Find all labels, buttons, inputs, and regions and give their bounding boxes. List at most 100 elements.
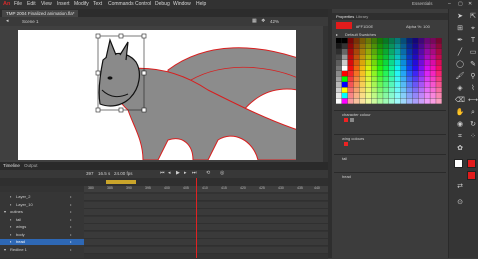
next-frame-icon[interactable]: ▸ (184, 170, 187, 176)
visibility-icon[interactable]: • (70, 217, 71, 223)
section-tail[interactable]: tail (342, 156, 347, 161)
layer-row[interactable]: ▪ Layer_2 • (0, 194, 84, 200)
layer-row[interactable]: ▪ Layer_10 • (0, 202, 84, 208)
frame-row[interactable] (84, 231, 328, 239)
menu-help[interactable]: Help (196, 1, 206, 7)
layer-row[interactable]: ▪ wings • (0, 224, 84, 230)
section-character-colour[interactable]: character colour (342, 112, 371, 117)
menu-insert[interactable]: Insert (57, 1, 70, 7)
prev-frame-icon[interactable]: ◂ (168, 170, 171, 176)
rectangle-tool-icon[interactable]: ▭ (467, 49, 478, 57)
selection-tool-icon[interactable]: ➤ (454, 13, 466, 21)
back-arrow-icon[interactable]: ◂ (6, 18, 9, 24)
current-color-swatch[interactable] (336, 22, 352, 29)
hand-tool-icon[interactable]: ✋ (454, 109, 466, 117)
spray-tool-icon[interactable]: ⁘ (467, 133, 478, 141)
menu-commands[interactable]: Commands (108, 1, 134, 7)
onion-skin-icon[interactable]: ◎ (220, 170, 224, 176)
zoom-tool-icon[interactable]: ⌕ (467, 109, 478, 117)
menu-view[interactable]: View (41, 1, 52, 7)
visibility-icon[interactable]: • (70, 202, 71, 208)
scene-label[interactable]: Scene 1 (22, 19, 39, 24)
frame-row[interactable] (84, 216, 328, 224)
bone-tool-icon[interactable]: ⚲ (467, 73, 478, 81)
brush-tool-icon[interactable]: 🖌 (454, 73, 466, 81)
tab-properties[interactable]: Properties (336, 14, 354, 19)
menu-modify[interactable]: Modify (74, 1, 89, 7)
first-frame-icon[interactable]: ⏮ (160, 170, 165, 176)
visibility-icon[interactable]: • (70, 224, 71, 230)
snap-icon[interactable]: ⊙ (454, 199, 466, 207)
layer-name[interactable]: Redline 1 (10, 247, 27, 253)
section-wing-colours[interactable]: wing colours (342, 136, 364, 141)
last-frame-icon[interactable]: ⏭ (192, 170, 197, 176)
frame-rate[interactable]: 24.00 fps (114, 171, 133, 176)
pen-tool-icon[interactable]: ✒ (454, 37, 466, 45)
menu-text[interactable]: Text (93, 1, 102, 7)
minimize-icon[interactable]: – (448, 1, 451, 7)
oval-tool-icon[interactable]: ◯ (454, 61, 466, 69)
asset-warp-icon[interactable]: ⌗ (454, 133, 466, 141)
tab-library[interactable]: Library (356, 14, 368, 19)
workspace-switcher[interactable]: Essentials (412, 1, 433, 6)
width-tool-icon[interactable]: ⟷ (467, 97, 478, 105)
layer-row[interactable]: ▪ head • (0, 239, 84, 245)
layer-name[interactable]: outines (10, 209, 23, 215)
layer-name[interactable]: head (16, 239, 25, 245)
loop-icon[interactable]: ⟲ (206, 170, 210, 176)
playhead[interactable] (196, 178, 197, 258)
eraser-tool-icon[interactable]: ⌫ (454, 97, 466, 105)
alpha-value[interactable]: Alpha %: 100 (406, 24, 430, 29)
current-frame[interactable]: 397 (86, 171, 94, 176)
layer-name[interactable]: wings (16, 224, 26, 230)
frame-row[interactable] (84, 194, 328, 201)
close-icon[interactable]: ✕ (468, 1, 472, 7)
layer-name[interactable]: body (16, 232, 25, 238)
layer-row[interactable]: ▪ tail • (0, 217, 84, 223)
visibility-icon[interactable]: • (70, 239, 71, 245)
layer-name[interactable]: Layer_2 (16, 194, 30, 200)
rotate-tool-icon[interactable]: ↻ (467, 121, 478, 129)
frame-row[interactable] (84, 224, 328, 231)
paint-bucket-icon[interactable]: ◈ (454, 85, 466, 93)
layer-row[interactable]: ▾ Redline 1 • (0, 247, 84, 253)
swap-colors-icon[interactable]: ⇄ (454, 183, 466, 191)
visibility-icon[interactable]: • (70, 247, 71, 253)
layer-row[interactable]: ▾ outines • (0, 209, 84, 215)
layer-name[interactable]: Layer_10 (16, 202, 33, 208)
menu-control[interactable]: Control (135, 1, 151, 7)
layer-name[interactable]: tail (16, 217, 21, 223)
color-palette[interactable] (336, 38, 442, 104)
menu-debug[interactable]: Debug (155, 1, 170, 7)
layer-row[interactable]: ▪ body • (0, 232, 84, 238)
swatch-group-title[interactable]: Default Swatches (345, 32, 376, 37)
fill-color-swatch[interactable] (467, 159, 476, 168)
document-tab[interactable]: TMP 2004 Finalized animation.fla* (2, 10, 79, 17)
visibility-icon[interactable]: • (70, 194, 71, 200)
eyedropper-icon[interactable]: ⌇ (467, 85, 478, 93)
visibility-icon[interactable]: • (70, 232, 71, 238)
frame-row[interactable] (84, 239, 328, 246)
edit-scene-icon[interactable]: ▦ (252, 18, 257, 24)
camera-tool-icon[interactable]: ◉ (454, 121, 466, 129)
maximize-icon[interactable]: ▢ (458, 1, 463, 7)
text-tool-icon[interactable]: T (467, 37, 478, 45)
section-swatch[interactable] (350, 118, 354, 122)
transform-tool-icon[interactable]: ⊞ (454, 25, 466, 33)
lasso-tool-icon[interactable]: ⌖ (467, 25, 478, 33)
tween-span[interactable] (106, 180, 136, 184)
stage-canvas[interactable] (18, 30, 296, 160)
tab-output[interactable]: Output (24, 163, 38, 168)
edit-symbol-icon[interactable]: ❖ (261, 18, 265, 24)
deco-tool-icon[interactable]: ✿ (454, 145, 466, 153)
fill-color-swatch-2[interactable] (467, 171, 476, 180)
palette-grid[interactable] (336, 38, 442, 104)
frame-row[interactable] (84, 201, 328, 209)
play-icon[interactable]: ▶ (176, 170, 180, 176)
stroke-color-swatch[interactable] (454, 159, 463, 168)
section-swatch[interactable] (344, 118, 348, 122)
section-head[interactable]: head (342, 174, 351, 179)
tab-timeline[interactable]: Timeline (3, 163, 20, 168)
line-tool-icon[interactable]: ╱ (454, 49, 466, 57)
frame-row[interactable] (84, 209, 328, 216)
